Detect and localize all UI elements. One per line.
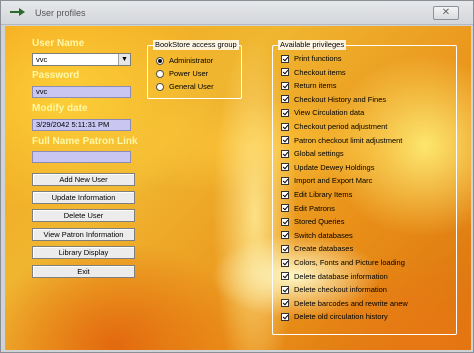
privilege-checkbox[interactable] [281,299,289,308]
privilege-label: Stored Queries [294,217,345,227]
user-name-value: vvc [36,55,48,64]
privilege-checkbox[interactable] [281,258,289,267]
privileges-box: Available privileges Print functions Chec… [272,40,457,335]
privilege-item[interactable]: Checkout items [281,67,346,78]
privilege-item[interactable]: Checkout period adjustment [281,121,387,132]
privilege-item[interactable]: Delete checkout information [281,284,387,295]
privilege-item[interactable]: Checkout History and Fines [281,94,386,105]
privilege-checkbox[interactable] [281,122,289,131]
client-area: User Name vvc ▼ Password vvc Modify date… [5,26,471,350]
patron-link-field[interactable] [32,151,131,163]
privilege-label: Switch databases [294,230,353,240]
privilege-item[interactable]: Delete database information [281,271,388,282]
user-name-combo[interactable]: vvc ▼ [32,53,131,66]
privilege-label: Edit Patrons [294,203,335,213]
password-label: Password [32,70,80,81]
privilege-item[interactable]: Patron checkout limit adjustment [281,135,402,146]
privilege-checkbox[interactable] [281,95,289,104]
access-group-box: BookStore access group Administrator Pow… [147,40,242,99]
privileges-title: Available privileges [278,40,347,50]
privilege-checkbox[interactable] [281,163,289,172]
privilege-checkbox[interactable] [281,190,289,199]
radio-button[interactable] [156,56,164,65]
privilege-checkbox[interactable] [281,217,289,226]
user-name-label: User Name [32,38,85,49]
privilege-item[interactable]: Edit Patrons [281,203,335,214]
privilege-label: Return items [294,81,337,91]
privilege-item[interactable]: Switch databases [281,230,353,241]
radio-button[interactable] [156,69,164,78]
update-information-button[interactable]: Update Information [32,191,135,204]
privilege-item[interactable]: Delete old circulation history [281,311,388,322]
view-patron-information-button[interactable]: View Patron Information [32,228,135,241]
library-display-button[interactable]: Library Display [32,246,135,259]
privilege-label: Import and Export Marc [294,176,373,186]
privilege-item[interactable]: Delete barcodes and rewrite anew [281,298,408,309]
user-profiles-window: User profiles ✕ User Name vvc ▼ Password… [0,0,474,353]
privilege-label: Global settings [294,149,344,159]
privilege-item[interactable]: Create databases [281,243,353,254]
radio-label: Power User [169,69,209,78]
radio-administrator[interactable]: Administrator [156,55,213,66]
privilege-label: Delete checkout information [294,285,387,295]
privilege-checkbox[interactable] [281,81,289,90]
privilege-checkbox[interactable] [281,54,289,63]
privilege-item[interactable]: Import and Export Marc [281,175,372,186]
privilege-item[interactable]: Update Dewey Holdings [281,162,374,173]
radio-button[interactable] [156,82,164,91]
privilege-label: Colors, Fonts and Picture loading [294,258,405,267]
privilege-label: Delete barcodes and rewrite anew [294,298,408,308]
privilege-checkbox[interactable] [281,272,289,281]
privilege-checkbox[interactable] [281,149,289,158]
privilege-label: Checkout items [294,67,346,77]
add-new-user-button[interactable]: Add New User [32,173,135,186]
privilege-label: Patron checkout limit adjustment [294,135,403,145]
privilege-label: Print functions [294,54,342,63]
delete-user-button[interactable]: Delete User [32,209,135,222]
privilege-checkbox[interactable] [281,136,289,145]
privilege-checkbox[interactable] [281,176,289,185]
radio-label: Administrator [169,56,214,65]
privilege-label: Delete database information [294,271,388,281]
privilege-item[interactable]: Return items [281,80,337,91]
privilege-item[interactable]: Print functions [281,53,342,64]
chevron-down-icon[interactable]: ▼ [118,54,130,65]
privilege-checkbox[interactable] [281,68,289,77]
close-icon: ✕ [441,7,451,18]
privilege-label: Delete old circulation history [294,312,388,322]
privilege-label: Checkout History and Fines [294,94,387,104]
privilege-checkbox[interactable] [281,312,289,321]
radio-power-user[interactable]: Power User [156,68,208,79]
window-title: User profiles [35,8,86,18]
modify-date-field[interactable]: 3/29/2042 5:11:31 PM [32,119,131,131]
privilege-checkbox[interactable] [281,285,289,294]
patron-link-label: Full Name Patron Link [32,136,138,147]
close-button[interactable]: ✕ [433,6,459,20]
privilege-item[interactable]: Stored Queries [281,216,344,227]
privilege-label: Edit Library Items [294,190,353,199]
password-field[interactable]: vvc [32,86,131,98]
privilege-checkbox[interactable] [281,204,289,213]
modify-date-label: Modify date [32,103,88,114]
privilege-checkbox[interactable] [281,244,289,253]
privilege-label: View Circulation data [294,108,365,118]
privilege-checkbox[interactable] [281,108,289,117]
access-group-title: BookStore access group [153,40,239,50]
radio-general-user[interactable]: General User [156,81,214,92]
title-bar[interactable]: User profiles ✕ [1,1,473,25]
arrow-app-icon [10,8,25,16]
privilege-item[interactable]: Colors, Fonts and Picture loading [281,257,405,268]
privilege-item[interactable]: View Circulation data [281,107,364,118]
radio-label: General User [169,82,214,91]
privilege-label: Checkout period adjustment [294,122,388,131]
privilege-item[interactable]: Global settings [281,148,344,159]
privilege-item[interactable]: Edit Library Items [281,189,352,200]
privilege-label: Update Dewey Holdings [294,162,375,172]
exit-button[interactable]: Exit [32,265,135,278]
privilege-checkbox[interactable] [281,231,289,240]
privilege-label: Create databases [294,244,354,254]
